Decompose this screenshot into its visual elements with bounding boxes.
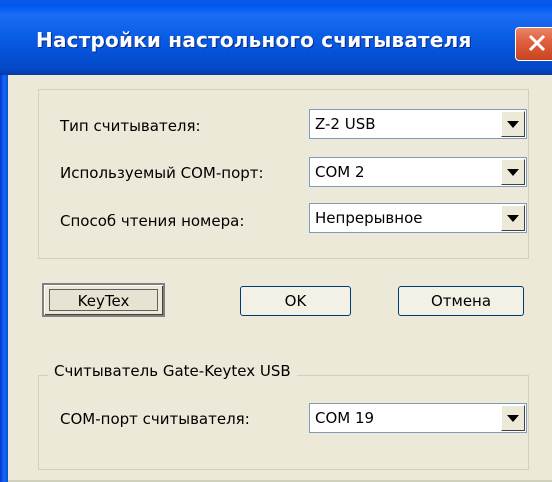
gate-com-port-value: COM 19 xyxy=(315,409,375,427)
gate-com-port-label: COM-порт считывателя: xyxy=(60,410,250,428)
chevron-down-icon xyxy=(507,121,519,128)
keytex-button[interactable]: KeyTex xyxy=(42,283,165,317)
reader-type-dropdown-button[interactable] xyxy=(501,111,525,137)
title-bar[interactable]: Настройки настольного считывателя xyxy=(0,0,552,75)
com-port-label: Используемый COM-порт: xyxy=(60,164,264,182)
reader-type-label: Тип считывателя: xyxy=(60,117,201,135)
window-title: Настройки настольного считывателя xyxy=(36,28,472,52)
ok-button[interactable]: OK xyxy=(240,286,351,316)
com-port-dropdown-button[interactable] xyxy=(501,159,525,185)
read-mode-dropdown-button[interactable] xyxy=(501,205,525,231)
read-mode-label: Способ чтения номера: xyxy=(60,212,245,230)
chevron-down-icon xyxy=(507,415,519,422)
com-port-value: COM 2 xyxy=(315,163,365,181)
keytex-button-label: KeyTex xyxy=(49,289,158,311)
dialog-window: Настройки настольного считывателя Тип сч… xyxy=(0,0,552,482)
cancel-button[interactable]: Отмена xyxy=(398,286,524,316)
read-mode-select[interactable]: Непрерывное xyxy=(309,203,527,233)
reader-type-select[interactable]: Z-2 USB xyxy=(309,109,527,139)
reader-type-value: Z-2 USB xyxy=(315,115,376,133)
chevron-down-icon xyxy=(507,169,519,176)
chevron-down-icon xyxy=(507,215,519,222)
window-left-border xyxy=(0,75,8,482)
com-port-select[interactable]: COM 2 xyxy=(309,157,527,187)
close-button[interactable] xyxy=(515,27,552,61)
gate-com-port-dropdown-button[interactable] xyxy=(501,405,525,431)
gate-keytex-group-label: Считыватель Gate-Keytex USB xyxy=(48,362,297,380)
read-mode-value: Непрерывное xyxy=(315,209,423,227)
close-icon xyxy=(528,34,546,52)
gate-com-port-select[interactable]: COM 19 xyxy=(309,403,527,433)
